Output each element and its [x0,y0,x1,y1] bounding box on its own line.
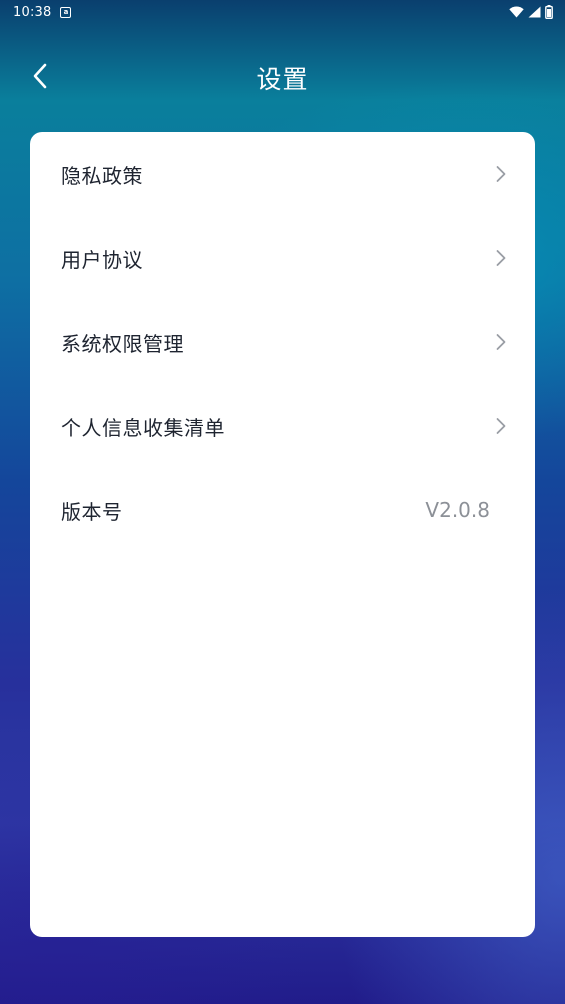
battery-icon [545,5,553,19]
settings-item-label: 个人信息收集清单 [61,415,225,440]
page-title: 设置 [256,65,309,94]
chevron-right-icon [495,165,507,183]
settings-item-label: 系统权限管理 [61,331,184,356]
status-left: 10:38 a [13,4,72,20]
header: 设置 [0,48,565,104]
status-bar: 10:38 a [0,0,565,24]
chevron-right-icon [495,249,507,267]
settings-item-privacy-policy[interactable]: 隐私政策 [30,132,535,216]
settings-item-version: 版本号 V2.0.8 [30,468,535,552]
settings-item-label: 隐私政策 [61,163,143,188]
wifi-icon [509,6,524,18]
settings-item-label: 用户协议 [61,247,143,272]
settings-item-system-permissions[interactable]: 系统权限管理 [30,300,535,384]
signal-icon [528,6,541,18]
version-value: V2.0.8 [425,498,490,522]
chevron-right-icon [495,417,507,435]
settings-item-personal-info-list[interactable]: 个人信息收集清单 [30,384,535,468]
status-right [509,5,553,19]
settings-item-user-agreement[interactable]: 用户协议 [30,216,535,300]
notification-icon-letter: a [63,7,69,16]
notification-icon: a [60,6,72,18]
version-label: 版本号 [61,499,123,524]
chevron-right-icon [495,333,507,351]
settings-card: 隐私政策 用户协议 系统权限管理 个人信息收集清单 版本号 V2.0.8 [30,132,535,937]
status-time: 10:38 [13,4,52,20]
